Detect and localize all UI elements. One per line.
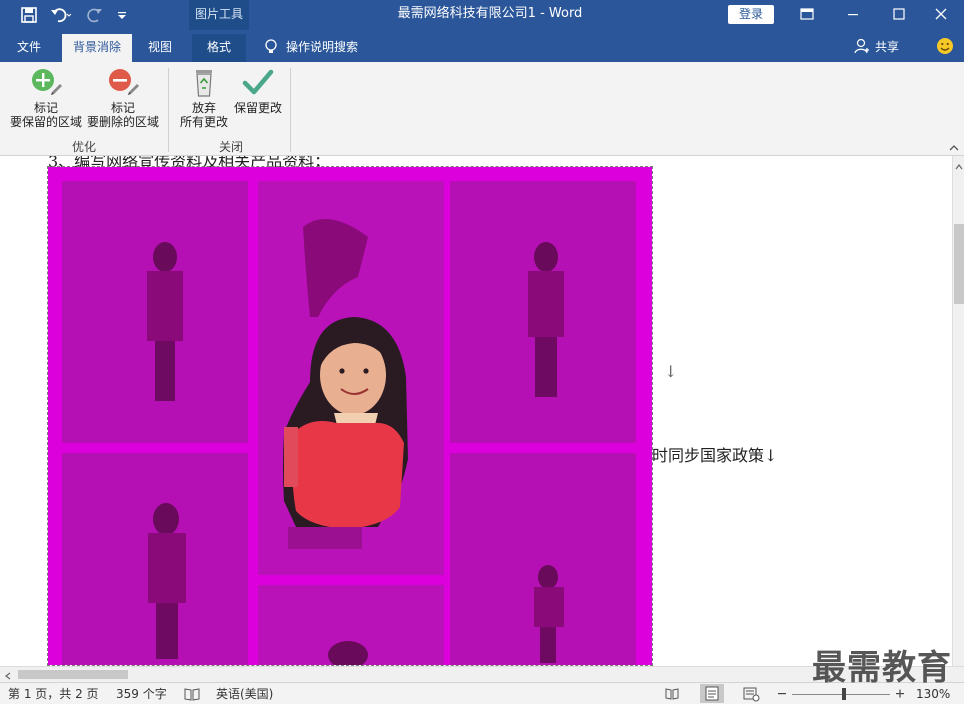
watermark-logo: 最需教育	[812, 648, 952, 688]
plus-circle-pencil-icon	[30, 66, 62, 98]
keep-changes-button[interactable]: 保留更改	[232, 66, 284, 115]
mark-remove-label-2: 要删除的区域	[86, 115, 159, 129]
group-label-refine: 优化	[71, 140, 96, 154]
zoom-slider-thumb[interactable]	[842, 688, 846, 700]
share-button[interactable]: 共享	[872, 34, 902, 62]
word-count[interactable]: 359 个字	[116, 686, 167, 702]
zoom-out-icon[interactable]	[776, 685, 788, 701]
document-canvas[interactable]: 3、编写网络宣传资料及相关产品资料； ↓ 时同步国家政策↓	[0, 156, 952, 666]
keep-changes-label: 保留更改	[233, 101, 282, 115]
read-mode-icon[interactable]	[664, 686, 680, 702]
scroll-up-icon[interactable]	[954, 160, 964, 170]
proofing-book-icon[interactable]	[184, 687, 200, 701]
picture-selection-frame[interactable]	[47, 166, 653, 666]
login-button[interactable]: 登录	[728, 5, 774, 24]
undo-icon[interactable]	[50, 6, 72, 24]
text-fragment-arrow: ↓	[664, 362, 678, 381]
group-label-close: 关闭	[218, 140, 243, 154]
scroll-left-icon[interactable]	[4, 670, 12, 680]
ribbon-display-options-icon[interactable]	[784, 0, 830, 30]
group-separator	[290, 68, 291, 152]
mark-remove-label-1: 标记	[110, 101, 135, 115]
recycle-bin-icon	[188, 66, 220, 98]
vertical-scrollbar[interactable]	[952, 156, 964, 666]
minus-circle-pencil-icon	[107, 66, 139, 98]
discard-label-2: 所有更改	[179, 115, 228, 129]
print-layout-icon[interactable]	[700, 684, 724, 703]
vertical-scroll-thumb[interactable]	[954, 224, 964, 304]
share-person-icon[interactable]	[854, 38, 870, 54]
mark-areas-to-keep-button[interactable]: 标记 要保留的区域	[8, 66, 84, 129]
collapse-ribbon-icon[interactable]	[948, 142, 960, 152]
mark-keep-label-2: 要保留的区域	[9, 115, 82, 129]
background-removal-preview-image	[48, 167, 652, 666]
checkmark-icon	[242, 66, 274, 98]
language-indicator[interactable]: 英语(美国)	[216, 686, 273, 702]
close-icon[interactable]	[918, 0, 964, 30]
discard-all-changes-button[interactable]: 放弃 所有更改	[178, 66, 230, 129]
lightbulb-icon[interactable]	[264, 38, 278, 56]
text-fragment-policy: 时同步国家政策↓	[652, 446, 778, 465]
mark-keep-label-1: 标记	[33, 101, 58, 115]
redo-icon[interactable]	[86, 6, 104, 24]
ribbon-tabs: 文件 背景消除 视图 格式 操作说明搜索 共享	[0, 30, 964, 62]
discard-label-1: 放弃	[191, 101, 216, 115]
tab-format[interactable]: 格式	[192, 34, 246, 62]
window-title: 最需网络科技有限公司1 - Word	[397, 6, 583, 21]
zoom-slider-track[interactable]	[792, 694, 890, 695]
maximize-icon[interactable]	[876, 0, 922, 30]
tab-file[interactable]: 文件	[6, 34, 52, 62]
smiley-feedback-icon[interactable]	[936, 37, 954, 55]
save-icon[interactable]	[20, 6, 38, 24]
horizontal-scroll-thumb[interactable]	[18, 670, 128, 679]
title-bar: 最需网络科技有限公司1 - Word 登录	[0, 0, 964, 30]
picture-tools-label: 图片工具	[194, 7, 243, 21]
ribbon-panel: 标记 要保留的区域 标记 要删除的区域 优化 放弃 所有更改 保留更改 关闭	[0, 62, 964, 156]
tab-view[interactable]: 视图	[140, 34, 180, 62]
customize-quick-access-icon[interactable]	[116, 6, 134, 24]
mark-areas-to-remove-button[interactable]: 标记 要删除的区域	[86, 66, 160, 129]
minimize-icon[interactable]	[830, 0, 876, 30]
web-layout-icon[interactable]	[742, 686, 760, 702]
group-separator	[168, 68, 169, 152]
tell-me-search[interactable]: 操作说明搜索	[286, 34, 370, 62]
page-count[interactable]: 第 1 页，共 2 页	[8, 686, 99, 702]
tab-background-removal[interactable]: 背景消除	[62, 34, 132, 62]
